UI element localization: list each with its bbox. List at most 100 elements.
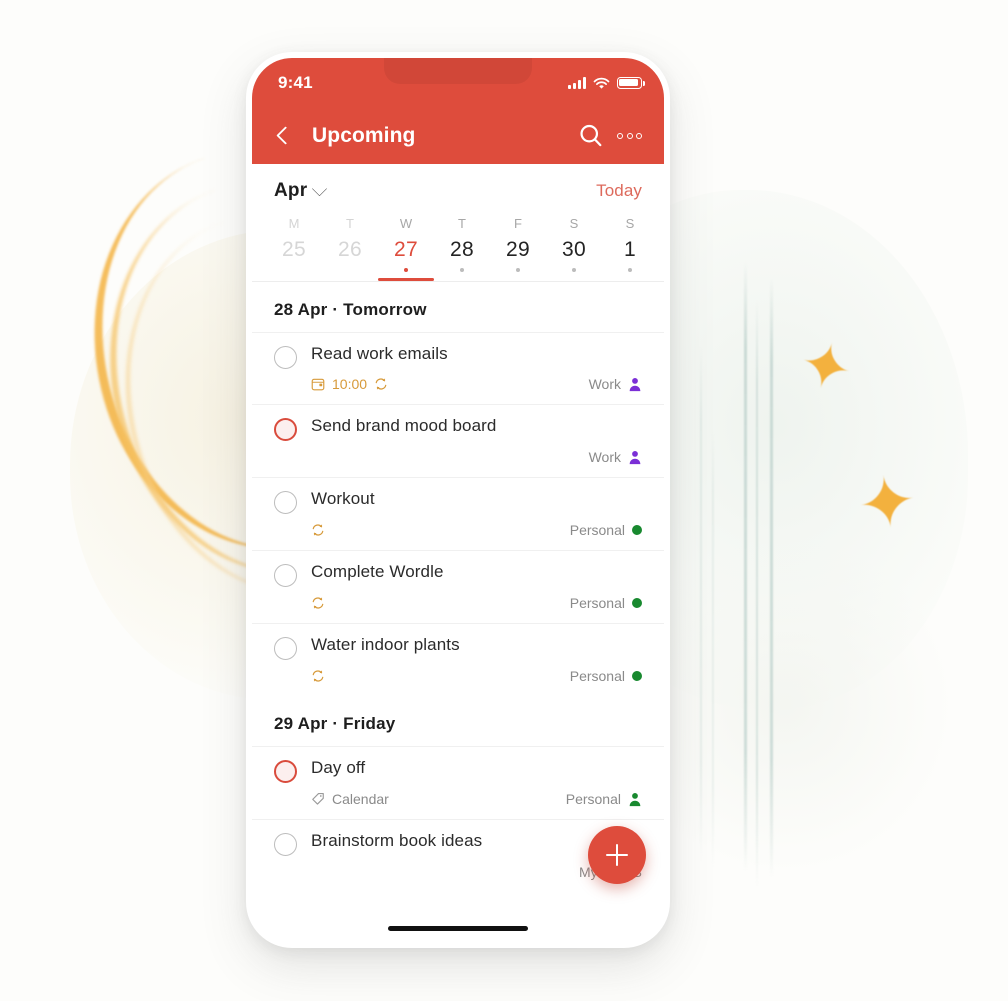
- day-selected-underline: [602, 278, 658, 281]
- task-meta: Work: [311, 447, 642, 467]
- calendar-day-29[interactable]: F 29: [490, 212, 546, 281]
- task-row[interactable]: Day off Calendar Personal: [252, 746, 664, 819]
- task-title: Workout: [311, 489, 375, 509]
- task-row[interactable]: Send brand mood board Work: [252, 404, 664, 477]
- phone-screen: 9:41 Upcoming Apr Today M 25 T 26 W 27 T…: [252, 58, 664, 942]
- task-project: Personal: [570, 595, 642, 611]
- task-project-label: Personal: [569, 522, 625, 539]
- task-checkbox[interactable]: [274, 564, 297, 588]
- screenshot-canvas: ✦ ✦ 9:41 Upcoming Apr Today M 25 T 26 W …: [0, 0, 1008, 1001]
- day-event-dot: [628, 268, 632, 272]
- task-meta-left: [311, 523, 325, 537]
- task-project-label: Personal: [565, 791, 621, 808]
- task-body: Read work emails 10:00 Work: [311, 343, 642, 405]
- task-row[interactable]: Read work emails 10:00 Work: [252, 331, 664, 405]
- chevron-left-icon[interactable]: [270, 123, 296, 149]
- sparkle-icon: ✦: [792, 327, 860, 408]
- day-event-dot: [572, 268, 576, 272]
- task-title: Water indoor plants: [311, 635, 460, 655]
- day-of-week-label: F: [514, 216, 522, 231]
- day-number-label: 25: [282, 238, 306, 261]
- task-body: Day off Calendar Personal: [311, 757, 642, 819]
- project-dot-icon: [632, 671, 642, 682]
- teal-line-stroke: [770, 278, 773, 878]
- day-selected-underline: [546, 278, 602, 281]
- task-project-label: Personal: [569, 668, 625, 685]
- task-row[interactable]: Complete Wordle Personal: [252, 550, 664, 623]
- teal-line-stroke: [712, 430, 714, 870]
- task-project: Personal: [566, 791, 642, 807]
- task-meta: Personal: [311, 520, 642, 540]
- calendar-day-26[interactable]: T 26: [322, 212, 378, 281]
- project-dot-icon: [632, 598, 642, 609]
- shared-person-icon: [629, 792, 641, 806]
- task-project: Work: [589, 376, 642, 392]
- day-number-label: 30: [562, 238, 586, 261]
- task-checkbox[interactable]: [274, 760, 297, 784]
- wifi-icon: [593, 77, 610, 89]
- month-selector[interactable]: Apr: [274, 180, 328, 202]
- chevron-down-icon: [312, 180, 328, 196]
- task-meta-left: [311, 669, 325, 683]
- day-of-week-label: W: [399, 216, 413, 231]
- calendar-day-28[interactable]: T 28: [434, 212, 490, 281]
- status-clock: 9:41: [278, 73, 313, 92]
- task-row[interactable]: Water indoor plants Personal: [252, 623, 664, 696]
- repeat-icon: [312, 670, 324, 682]
- more-options-button[interactable]: [615, 127, 644, 145]
- label-tag-icon: [312, 793, 324, 805]
- task-checkbox[interactable]: [274, 833, 297, 857]
- day-of-week-label: M: [288, 216, 300, 231]
- task-meta-left: 10:00: [311, 376, 388, 392]
- sparkle-icon: ✦: [852, 460, 922, 546]
- day-of-week-label: S: [569, 216, 579, 231]
- search-button[interactable]: [577, 122, 605, 150]
- task-due-text: 10:00: [332, 376, 368, 393]
- day-event-dot: [460, 268, 464, 272]
- signal-bars-icon: [568, 77, 586, 89]
- phone-mockup: 9:41 Upcoming Apr Today M 25 T 26 W 27 T…: [246, 52, 670, 948]
- search-icon: [580, 124, 602, 147]
- task-title: Complete Wordle: [311, 562, 444, 582]
- teal-line-stroke: [756, 300, 758, 888]
- section-heading: 29 Apr · Friday: [274, 714, 396, 734]
- task-project: Personal: [570, 522, 642, 538]
- task-project-label: Personal: [569, 595, 625, 612]
- task-meta-left: [311, 596, 325, 610]
- month-row: Apr Today: [252, 164, 664, 212]
- status-icon-group: [568, 77, 645, 90]
- task-body: Send brand mood board Work: [311, 415, 642, 477]
- device-notch: [384, 58, 532, 84]
- day-selected-underline: [266, 278, 322, 281]
- calendar-day-27[interactable]: W 27: [378, 212, 434, 281]
- more-options-icon: [615, 127, 644, 145]
- task-body: Workout Personal: [311, 488, 642, 550]
- repeat-icon: [312, 524, 324, 536]
- status-bar: 9:41: [252, 58, 664, 108]
- task-project: Personal: [570, 668, 642, 684]
- task-meta: Personal: [311, 666, 642, 686]
- page-title: Upcoming: [312, 124, 416, 147]
- task-checkbox[interactable]: [274, 418, 297, 442]
- task-checkbox[interactable]: [274, 637, 297, 661]
- day-selected-underline: [434, 278, 490, 281]
- task-body: Water indoor plants Personal: [311, 634, 642, 696]
- repeat-icon: [312, 597, 324, 609]
- task-meta: Calendar Personal: [311, 789, 642, 809]
- task-title: Day off: [311, 758, 366, 778]
- repeat-icon: [375, 378, 387, 391]
- calendar-day-25[interactable]: M 25: [266, 212, 322, 281]
- task-meta: 10:00 Work: [311, 374, 642, 394]
- day-event-dot: [292, 268, 296, 272]
- task-checkbox[interactable]: [274, 345, 297, 369]
- day-number-label: 29: [506, 238, 530, 261]
- task-row[interactable]: Workout Personal: [252, 477, 664, 550]
- home-indicator: [388, 926, 528, 931]
- calendar-icon: [311, 379, 325, 391]
- shared-person-icon: [629, 450, 641, 464]
- calendar-day-1[interactable]: S1: [602, 212, 658, 281]
- today-button[interactable]: Today: [596, 181, 642, 201]
- task-checkbox[interactable]: [274, 491, 297, 515]
- add-task-fab[interactable]: [588, 826, 646, 884]
- calendar-day-30[interactable]: S 30: [546, 212, 602, 281]
